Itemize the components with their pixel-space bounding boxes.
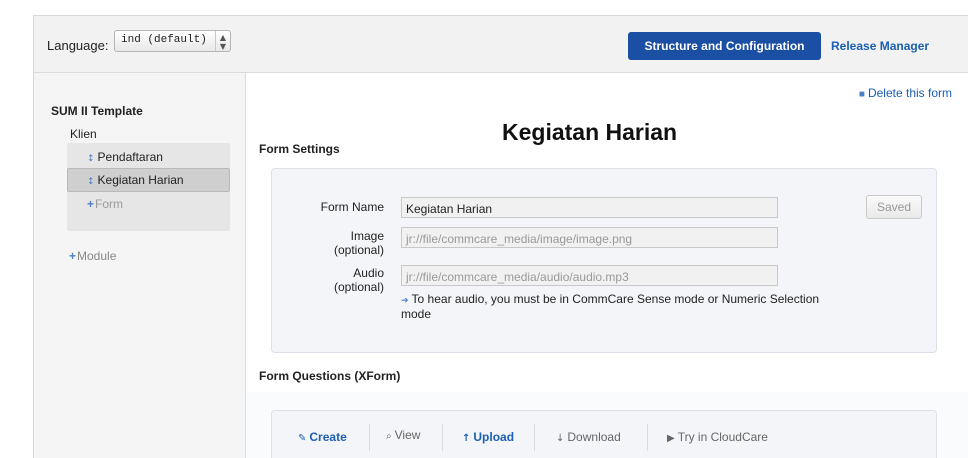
form-name-input[interactable]: Kegiatan Harian xyxy=(401,197,778,218)
plus-icon: + xyxy=(69,249,77,263)
form-label: Kegiatan Harian xyxy=(97,173,184,187)
try-cloudcare-button[interactable]: ▶ Try in CloudCare xyxy=(667,430,768,444)
trash-icon: ■ xyxy=(858,89,865,100)
add-module-button[interactable]: +Module xyxy=(69,249,116,263)
language-select[interactable]: ind (default) ▲ ▼ xyxy=(114,30,231,52)
view-button[interactable]: ⌕ View xyxy=(386,428,420,442)
audio-note-text: To hear audio, you must be in CommCare S… xyxy=(401,292,820,321)
audio-optional-text: (optional) xyxy=(333,280,384,294)
audio-label-text: Audio xyxy=(353,266,384,280)
separator xyxy=(647,424,648,451)
audio-label: Audio (optional) xyxy=(294,266,384,294)
form-settings-heading: Form Settings xyxy=(259,142,340,156)
form-settings-panel: Form Name Kegiatan Harian Image (optiona… xyxy=(271,168,937,353)
plus-icon: + xyxy=(87,197,95,211)
app-window: Language: ind (default) ▲ ▼ Structure and… xyxy=(33,15,968,458)
try-cloudcare-label: Try in CloudCare xyxy=(677,430,768,444)
delete-form-link[interactable]: ■ Delete this form xyxy=(859,86,952,100)
download-arrow-icon: ↓ xyxy=(556,433,565,444)
upload-button[interactable]: ↑ Upload xyxy=(462,430,514,444)
pencil-icon: ✎ xyxy=(298,433,307,444)
delete-label: Delete this form xyxy=(867,86,952,100)
audio-note: ➔ To hear audio, you must be in CommCare … xyxy=(401,292,831,321)
add-module-label: Module xyxy=(77,249,117,263)
saved-button[interactable]: Saved xyxy=(866,195,922,219)
release-manager-link[interactable]: Release Manager xyxy=(831,39,929,53)
create-label: Create xyxy=(309,430,347,444)
upload-arrow-icon: ↑ xyxy=(462,433,471,444)
add-form-button[interactable]: +Form xyxy=(87,197,123,211)
app-name[interactable]: SUM II Template xyxy=(51,104,143,118)
sidebar-item-pendaftaran[interactable]: ↕ Pendaftaran xyxy=(87,150,163,164)
form-label: Pendaftaran xyxy=(97,150,163,164)
sidebar: SUM II Template Klien ↕ Pendaftaran ↕ Kegi… xyxy=(34,73,246,458)
structure-config-button[interactable]: Structure and Configuration xyxy=(628,32,821,60)
select-arrows-icon: ▲ ▼ xyxy=(215,31,230,51)
upload-label: Upload xyxy=(473,430,515,444)
play-icon: ▶ xyxy=(667,433,675,444)
page-title: Kegiatan Harian xyxy=(502,119,678,145)
image-label: Image (optional) xyxy=(294,229,384,257)
image-path-input[interactable]: jr://file/commcare_media/image/image.png xyxy=(401,227,778,248)
download-button[interactable]: ↓ Download xyxy=(556,430,621,444)
image-optional-text: (optional) xyxy=(333,243,384,257)
download-label: Download xyxy=(567,430,621,444)
separator xyxy=(534,424,535,451)
sort-handle-icon[interactable]: ↕ xyxy=(87,154,95,164)
view-label: View xyxy=(394,428,421,442)
image-label-text: Image xyxy=(350,229,384,243)
create-button[interactable]: ✎ Create xyxy=(298,430,347,444)
form-name-label: Form Name xyxy=(320,200,384,214)
form-list: ↕ Pendaftaran ↕ Kegiatan Harian +Form xyxy=(67,143,230,231)
language-label: Language: xyxy=(47,38,109,53)
search-icon: ⌕ xyxy=(386,431,392,442)
top-bar: Language: ind (default) ▲ ▼ Structure and… xyxy=(34,16,968,73)
module-name[interactable]: Klien xyxy=(70,127,97,141)
form-questions-heading: Form Questions (XForm) xyxy=(259,369,401,383)
separator xyxy=(442,424,443,451)
xform-tools-panel: ✎ Create ⌕ View ↑ Upload ↓ Download ▶ Try in … xyxy=(271,410,937,458)
add-form-label: Form xyxy=(95,197,124,211)
sidebar-item-kegiatan-harian[interactable]: ↕ Kegiatan Harian xyxy=(87,173,184,187)
language-value: ind (default) xyxy=(121,34,207,46)
sort-handle-icon[interactable]: ↕ xyxy=(87,177,95,187)
arrow-right-icon: ➔ xyxy=(401,295,409,305)
main-content: ■ Delete this form Kegiatan Harian Form S… xyxy=(247,73,968,458)
audio-path-input[interactable]: jr://file/commcare_media/audio/audio.mp3 xyxy=(401,265,778,286)
separator xyxy=(369,424,370,451)
